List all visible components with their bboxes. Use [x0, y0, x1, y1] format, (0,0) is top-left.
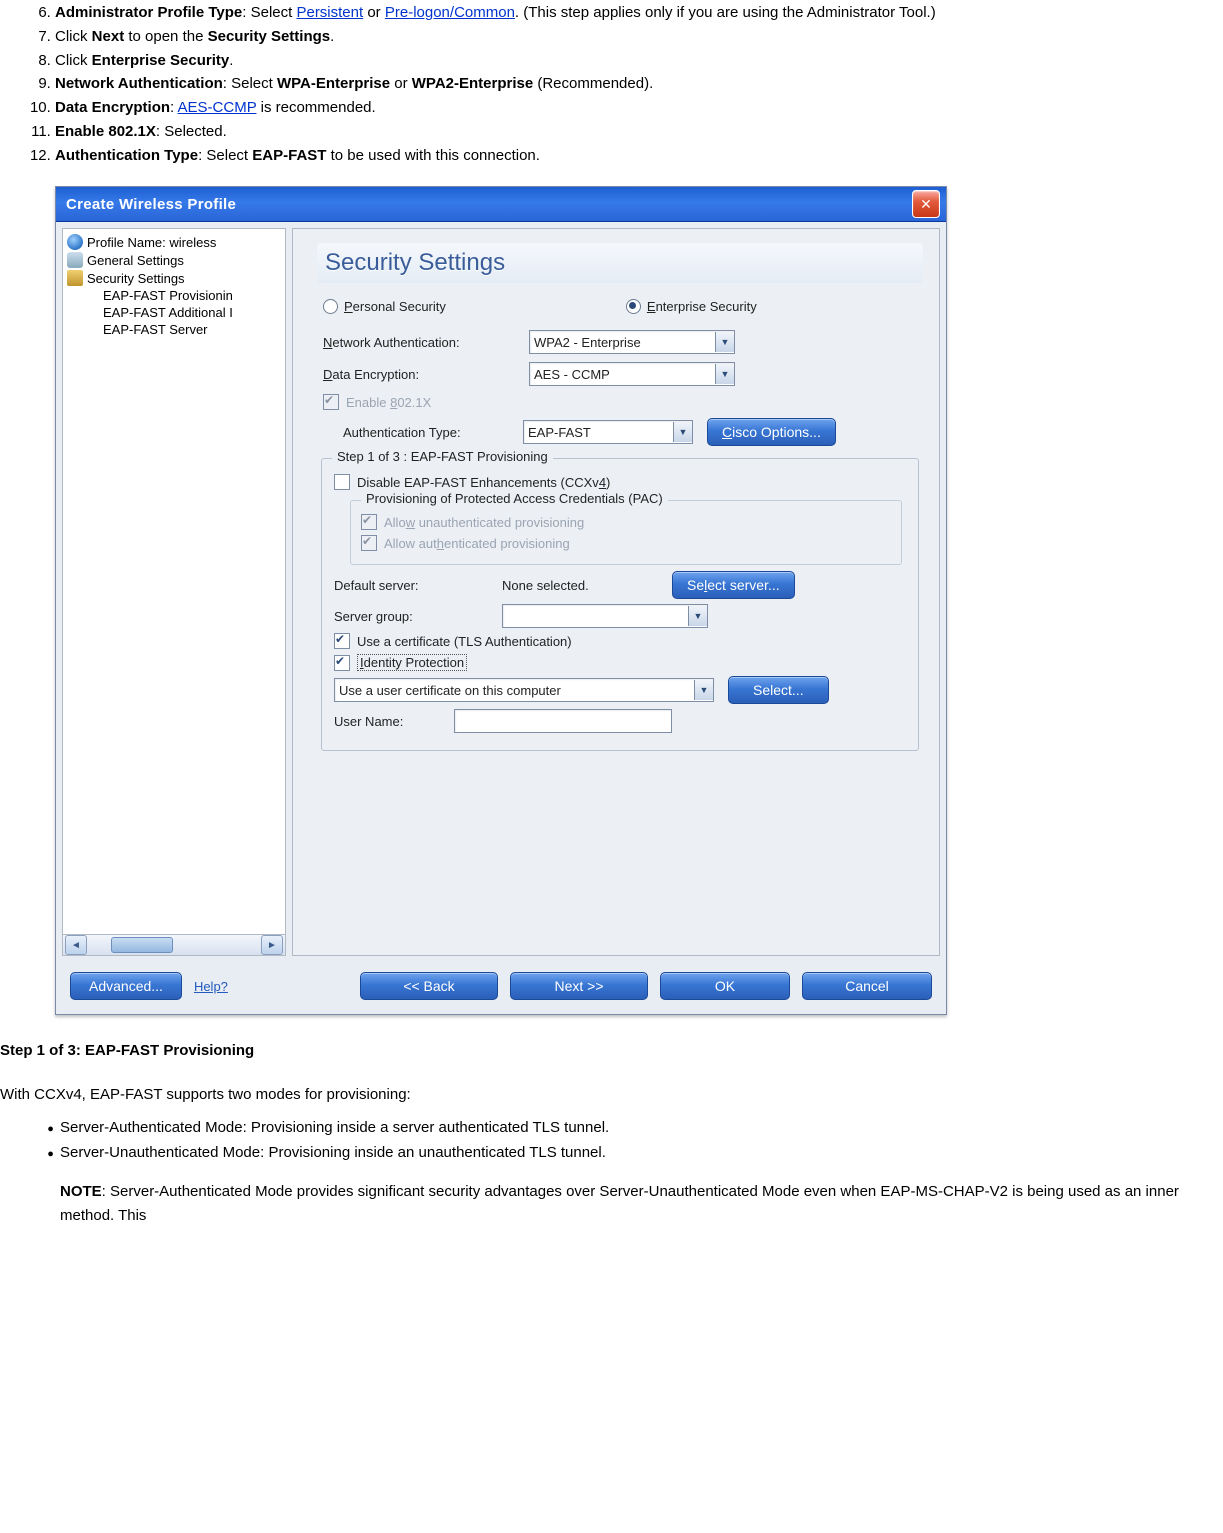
list-item: Server-Authenticated Mode: Provisioning … [60, 1116, 1211, 1139]
link-persistent[interactable]: Persistent [296, 4, 363, 21]
step-10: Data Encryption: AES-CCMP is recommended… [55, 97, 1223, 119]
certificate-source-select[interactable]: Use a user certificate on this computer … [334, 678, 714, 702]
identity-protection-label: Identity Protection [357, 654, 467, 671]
advanced-button[interactable]: Advanced... [70, 972, 182, 1000]
select-server-button[interactable]: Select server... [672, 571, 795, 599]
tree-eapfast-additional[interactable]: EAP-FAST Additional I [65, 304, 283, 321]
note-block: NOTE: Server-Authenticated Mode provides… [0, 1180, 1211, 1227]
allow-unauth-checkbox [361, 514, 377, 530]
use-certificate-label: Use a certificate (TLS Authentication) [357, 634, 572, 649]
step-6: Administrator Profile Type: Select Persi… [55, 2, 1223, 24]
tree-profile-name[interactable]: Profile Name: wireless [65, 233, 283, 251]
ok-button[interactable]: OK [660, 972, 790, 1000]
pac-group: Provisioning of Protected Access Credent… [350, 500, 902, 565]
tree-eapfast-server[interactable]: EAP-FAST Server [65, 321, 283, 338]
pac-legend: Provisioning of Protected Access Credent… [361, 491, 668, 506]
scroll-thumb[interactable] [111, 937, 173, 953]
cancel-button[interactable]: Cancel [802, 972, 932, 1000]
lock-icon [67, 270, 83, 286]
default-server-label: Default server: [334, 578, 502, 593]
group-legend: Step 1 of 3 : EAP-FAST Provisioning [332, 449, 553, 464]
step-8: Click Enterprise Security. [55, 50, 1223, 72]
select-certificate-button[interactable]: Select... [728, 676, 829, 704]
next-button[interactable]: Next >> [510, 972, 648, 1000]
close-icon[interactable]: ✕ [912, 190, 940, 218]
link-aes-ccmp[interactable]: AES-CCMP [178, 99, 257, 116]
dataenc-label: Data Encryption: [323, 367, 529, 382]
username-label: User Name: [334, 714, 454, 729]
auth-type-select[interactable]: EAP-FAST ▼ [523, 420, 693, 444]
use-certificate-checkbox[interactable] [334, 633, 350, 649]
settings-pane: Security Settings Personal Security Ente… [292, 228, 940, 956]
instruction-list: Administrator Profile Type: Select Persi… [0, 2, 1223, 166]
enable-8021x-checkbox [323, 394, 339, 410]
back-button[interactable]: << Back [360, 972, 498, 1000]
help-link[interactable]: Help? [194, 979, 228, 994]
disable-enhancements-label: Disable EAP-FAST Enhancements (CCXv4) [357, 475, 610, 490]
step-7: Click Next to open the Security Settings… [55, 26, 1223, 48]
window-title: Create Wireless Profile [66, 196, 912, 213]
section-heading: Step 1 of 3: EAP-FAST Provisioning [0, 1039, 1211, 1062]
username-input[interactable] [454, 709, 672, 733]
paragraph: With CCXv4, EAP-FAST supports two modes … [0, 1083, 1211, 1106]
scroll-right-icon[interactable]: ► [261, 935, 283, 955]
step-9: Network Authentication: Select WPA-Enter… [55, 73, 1223, 95]
network-auth-select[interactable]: WPA2 - Enterprise ▼ [529, 330, 735, 354]
server-group-select[interactable]: ▼ [502, 604, 708, 628]
link-prelogon[interactable]: Pre-logon/Common [385, 4, 515, 21]
radio-enterprise-security[interactable]: Enterprise Security [626, 299, 757, 314]
wizard-tree: Profile Name: wireless General Settings … [62, 228, 286, 956]
chevron-down-icon: ▼ [673, 422, 692, 442]
globe-icon [67, 234, 83, 250]
pane-heading: Security Settings [317, 243, 923, 283]
step-12: Authentication Type: Select EAP-FAST to … [55, 145, 1223, 167]
radio-icon [323, 299, 338, 314]
chevron-down-icon: ▼ [715, 364, 734, 384]
list-item: Server-Unauthenticated Mode: Provisionin… [60, 1141, 1211, 1164]
dialog-window: Create Wireless Profile ✕ Profile Name: … [55, 186, 947, 1015]
allow-unauth-label: Allow unauthenticated provisioning [384, 515, 584, 530]
tree-scrollbar[interactable]: ◄ ► [63, 934, 285, 955]
radio-personal-security[interactable]: Personal Security [323, 299, 446, 314]
default-server-value: None selected. [502, 578, 672, 593]
radio-icon [626, 299, 641, 314]
cisco-options-button[interactable]: Cisco Options... [707, 418, 836, 446]
data-encryption-select[interactable]: AES - CCMP ▼ [529, 362, 735, 386]
tree-general-settings[interactable]: General Settings [65, 251, 283, 269]
tree-eapfast-provisioning[interactable]: EAP-FAST Provisionin [65, 287, 283, 304]
netauth-label: Network Authentication: [323, 335, 529, 350]
identity-protection-checkbox[interactable] [334, 655, 350, 671]
disable-enhancements-checkbox[interactable] [334, 474, 350, 490]
eapfast-provisioning-group: Step 1 of 3 : EAP-FAST Provisioning Disa… [321, 458, 919, 751]
users-icon [67, 252, 83, 268]
step-11: Enable 802.1X: Selected. [55, 121, 1223, 143]
chevron-down-icon: ▼ [715, 332, 734, 352]
wizard-footer: Advanced... Help? << Back Next >> OK Can… [56, 962, 946, 1014]
allow-auth-label: Allow authenticated provisioning [384, 536, 570, 551]
tree-security-settings[interactable]: Security Settings [65, 269, 283, 287]
enable-8021x-label: Enable 802.1X [346, 395, 431, 410]
allow-auth-checkbox [361, 535, 377, 551]
titlebar[interactable]: Create Wireless Profile ✕ [56, 187, 946, 222]
server-group-label: Server group: [334, 609, 502, 624]
chevron-down-icon: ▼ [688, 606, 707, 626]
scroll-left-icon[interactable]: ◄ [65, 935, 87, 955]
chevron-down-icon: ▼ [694, 680, 713, 700]
authtype-label: Authentication Type: [343, 425, 523, 440]
modes-list: Server-Authenticated Mode: Provisioning … [0, 1116, 1211, 1165]
